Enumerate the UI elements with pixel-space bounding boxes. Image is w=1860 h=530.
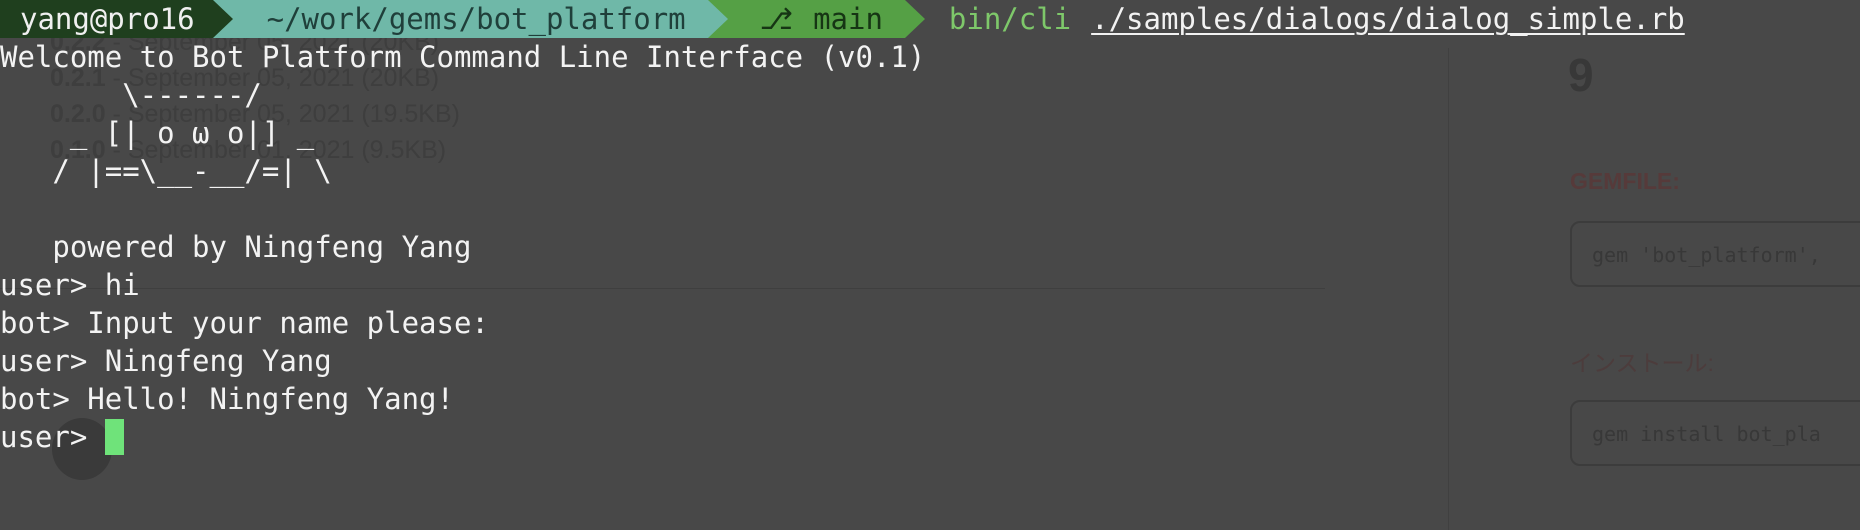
prompt-user-host: yang@pro16 [0, 0, 213, 38]
git-branch-icon: ⎇ [759, 2, 794, 36]
ascii-art-line: _ [| o ω o|] _ [0, 116, 315, 150]
prompt-separator [707, 0, 728, 38]
welcome-line: Welcome to Bot Platform Command Line Int… [0, 40, 926, 74]
install-code-box: gem install bot_pla [1570, 400, 1860, 466]
command-line: bin/cli ./samples/dialogs/dialog_simple.… [925, 0, 1685, 38]
gemfile-code-box: gem 'bot_platform', [1570, 221, 1860, 287]
input-prompt: user> [0, 420, 105, 454]
sidebar-divider [1448, 48, 1449, 530]
prompt-separator [904, 0, 925, 38]
bot-message: bot> Hello! Ningfeng Yang! [0, 382, 454, 416]
branch-name: main [813, 2, 883, 36]
sidebar-count: 9 [1568, 49, 1594, 101]
user-message: user> Ningfeng Yang [0, 344, 332, 378]
terminal-output: Welcome to Bot Platform Command Line Int… [0, 38, 925, 456]
install-label: インストール: [1570, 350, 1714, 376]
gemfile-label: GEMFILE: [1570, 168, 1680, 194]
command-argument[interactable]: ./samples/dialogs/dialog_simple.rb [1091, 2, 1685, 36]
user-message: user> hi [0, 268, 140, 302]
command-name: bin/cli [948, 2, 1072, 36]
ascii-art-line: / |==\__-__/=| \ [0, 154, 332, 188]
prompt-bar: yang@pro16 ~/work/gems/bot_platform ⎇ ma… [0, 0, 1860, 38]
prompt-branch: ⎇ main [727, 0, 905, 38]
input-line[interactable]: user> [0, 418, 925, 456]
prompt-separator [212, 0, 233, 38]
credit-line: powered by Ningfeng Yang [0, 230, 472, 264]
ascii-art-line: \------/ [0, 78, 262, 112]
terminal-cursor[interactable] [104, 419, 124, 455]
prompt-path: ~/work/gems/bot_platform [232, 0, 708, 38]
bot-message: bot> Input your name please: [0, 306, 489, 340]
